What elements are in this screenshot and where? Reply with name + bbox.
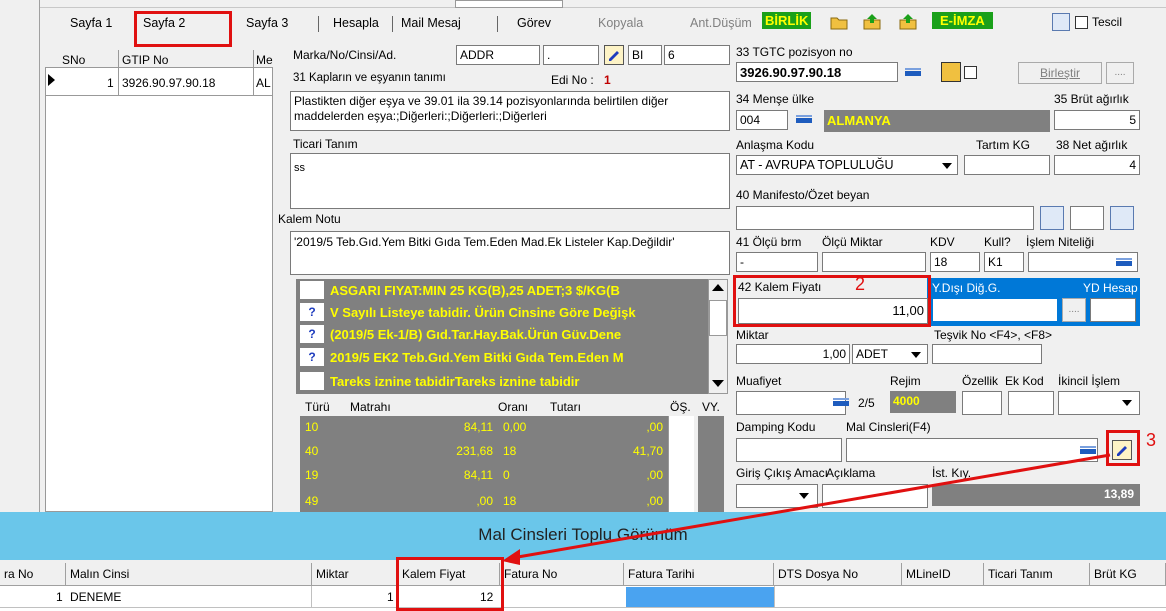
annotation-arrow bbox=[502, 453, 1111, 565]
